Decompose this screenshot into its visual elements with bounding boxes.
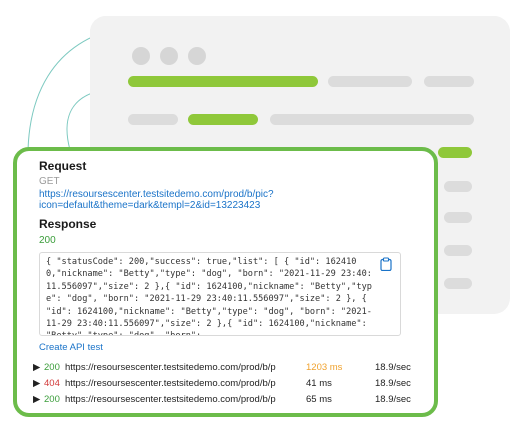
skeleton-bar bbox=[444, 245, 472, 256]
row-rate: 18.9/sec bbox=[375, 378, 411, 389]
request-row[interactable]: ▶ 200 https://resoursescenter.testsitede… bbox=[33, 392, 421, 408]
row-url: https://resoursescenter.testsitedemo.com… bbox=[65, 394, 276, 405]
row-status: 200 bbox=[44, 362, 60, 373]
row-time: 1203 ms bbox=[306, 362, 343, 373]
skeleton-bar bbox=[444, 212, 472, 223]
row-time: 41 ms bbox=[306, 378, 332, 389]
request-heading: Request bbox=[39, 159, 87, 173]
row-rate: 18.9/sec bbox=[375, 394, 411, 405]
request-row[interactable]: ▶ 200 https://resoursescenter.testsitede… bbox=[33, 360, 421, 376]
skeleton-bar bbox=[128, 114, 178, 125]
request-log: ▶ 200 https://resoursescenter.testsitede… bbox=[33, 360, 421, 408]
skeleton-bar bbox=[328, 76, 412, 87]
skeleton-bar bbox=[444, 181, 472, 192]
browser-titlebar bbox=[90, 16, 510, 66]
skeleton-bar bbox=[438, 147, 472, 158]
expand-triangle-icon[interactable]: ▶ bbox=[33, 394, 43, 405]
skeleton-bar bbox=[444, 278, 472, 289]
row-url: https://resoursescenter.testsitedemo.com… bbox=[65, 378, 276, 389]
create-api-test-link[interactable]: Create API test bbox=[39, 342, 421, 353]
response-status: 200 bbox=[39, 235, 56, 246]
response-heading: Response bbox=[39, 217, 97, 231]
request-url-link[interactable]: https://resoursescenter.testsitedemo.com… bbox=[39, 189, 319, 211]
skeleton-bar bbox=[270, 114, 474, 125]
api-request-panel: Request GET https://resoursescenter.test… bbox=[13, 147, 438, 417]
response-body[interactable]: { "statusCode": 200,"success": true,"lis… bbox=[39, 252, 401, 336]
request-method: GET bbox=[39, 176, 60, 187]
window-dot bbox=[188, 47, 206, 65]
expand-triangle-icon[interactable]: ▶ bbox=[33, 378, 43, 389]
row-rate: 18.9/sec bbox=[375, 362, 411, 373]
window-dot bbox=[132, 47, 150, 65]
row-status: 404 bbox=[44, 378, 60, 389]
row-time: 65 ms bbox=[306, 394, 332, 405]
request-row[interactable]: ▶ 404 https://resoursescenter.testsitede… bbox=[33, 376, 421, 392]
clipboard-icon[interactable] bbox=[380, 257, 392, 271]
skeleton-bar bbox=[128, 76, 318, 87]
row-status: 200 bbox=[44, 394, 60, 405]
skeleton-bar bbox=[188, 114, 258, 125]
window-dot bbox=[160, 47, 178, 65]
expand-triangle-icon[interactable]: ▶ bbox=[33, 362, 43, 373]
row-url: https://resoursescenter.testsitedemo.com… bbox=[65, 362, 276, 373]
response-json: { "statusCode": 200,"success": true,"lis… bbox=[46, 257, 372, 335]
skeleton-bar bbox=[424, 76, 474, 87]
